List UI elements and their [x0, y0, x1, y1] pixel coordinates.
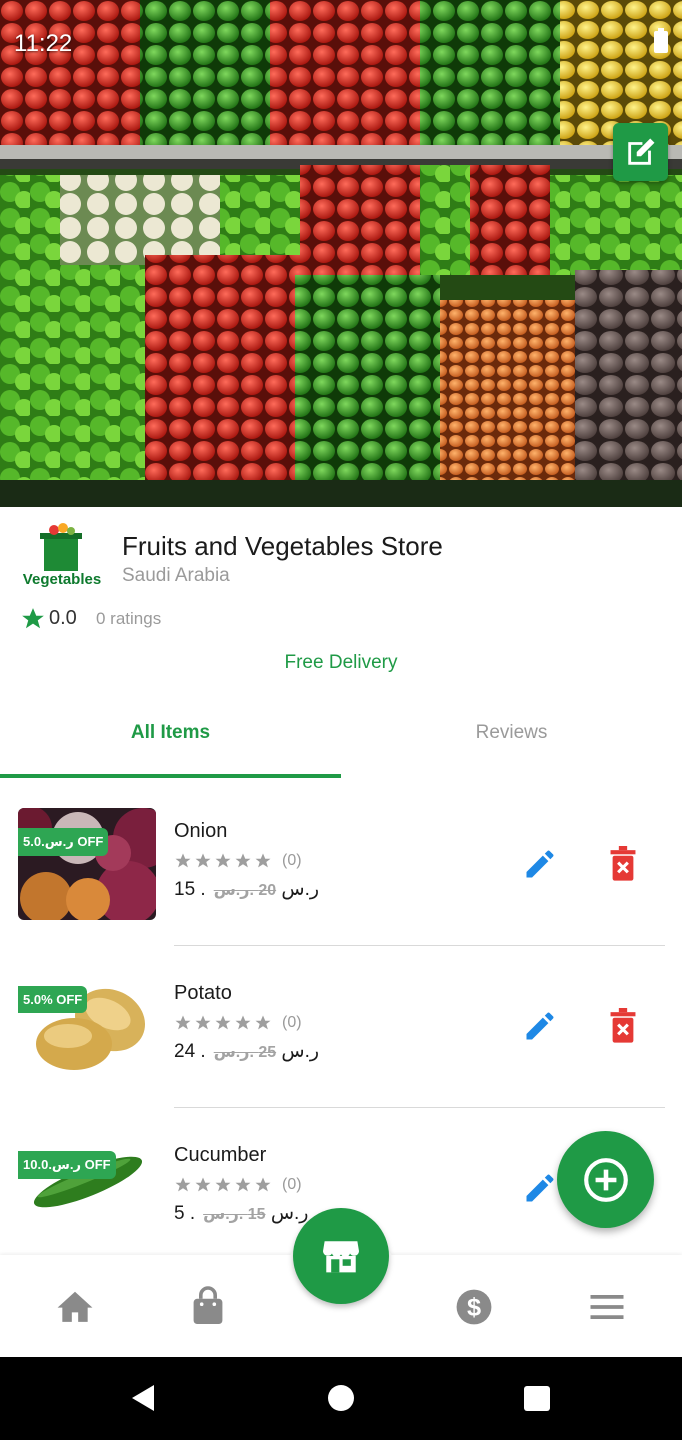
star-icon: [195, 1177, 211, 1192]
edit-note-icon: [627, 138, 654, 165]
svg-text:$: $: [467, 1294, 481, 1322]
store-rating-value: 0.0: [49, 607, 77, 629]
star-icon: [215, 1177, 231, 1192]
tab-all-items[interactable]: All Items: [0, 722, 341, 744]
store-logo-text: Vegetables: [22, 571, 102, 588]
home-icon[interactable]: [56, 1288, 94, 1324]
home-circle-icon[interactable]: [328, 1385, 354, 1411]
item-rating-stars: (0): [174, 852, 302, 870]
star-icon: [235, 853, 251, 868]
item-old-price: 25 .ر.س: [213, 1044, 277, 1061]
delete-icon[interactable]: [609, 846, 637, 882]
star-icon: [255, 1177, 271, 1192]
list-item[interactable]: ر.س.5.0 OFF Onion (0) 15 .ر.س 20 .ر.س: [0, 808, 682, 968]
star-icon: [195, 853, 211, 868]
shopping-bag-icon[interactable]: [190, 1286, 226, 1326]
item-divider: [174, 945, 665, 946]
star-icon: [215, 1015, 231, 1030]
edit-icon[interactable]: [522, 846, 558, 882]
star-icon: [22, 608, 44, 629]
edit-icon[interactable]: [522, 1170, 558, 1206]
free-delivery-label: Free Delivery: [284, 652, 398, 673]
item-name: Onion: [174, 820, 228, 842]
store-name: Fruits and Vegetables Store: [122, 531, 443, 561]
discount-badge: 5.0% OFF: [18, 986, 88, 1013]
star-icon: [175, 853, 191, 868]
recents-icon[interactable]: [524, 1386, 550, 1411]
star-icon: [255, 1015, 271, 1030]
delete-icon[interactable]: [609, 1008, 637, 1044]
star-icon: [175, 1015, 191, 1030]
item-image-onion: [18, 808, 156, 920]
add-circle-icon: [583, 1157, 628, 1202]
store-button[interactable]: [293, 1208, 389, 1304]
star-icon: [195, 1015, 211, 1030]
item-review-count: (0): [282, 1176, 302, 1193]
item-image-cucumber: [18, 1132, 156, 1244]
store-screen: 11:22 Vegetables Fruits and Vegetables S…: [0, 0, 682, 1440]
battery-icon: [654, 28, 668, 53]
item-name: Cucumber: [174, 1144, 267, 1166]
store-logo: Vegetables: [16, 523, 108, 595]
star-icon: [215, 853, 231, 868]
add-item-button[interactable]: [557, 1131, 654, 1228]
store-rating-count: 0 ratings: [96, 609, 162, 628]
edit-banner-button[interactable]: [613, 123, 668, 181]
item-price-line: 15 .ر.س 20 .ر.س: [174, 878, 319, 901]
store-country: Saudi Arabia: [122, 565, 230, 586]
star-icon: [175, 1177, 191, 1192]
item-name: Potato: [174, 982, 232, 1004]
item-divider: [174, 1107, 665, 1108]
item-rating-stars: (0): [174, 1014, 302, 1032]
edit-icon[interactable]: [522, 1008, 558, 1044]
dollar-icon[interactable]: $: [455, 1288, 493, 1326]
tab-reviews[interactable]: Reviews: [341, 722, 682, 744]
item-old-price: 20 .ر.س: [213, 882, 277, 899]
discount-badge: ر.س.5.0 OFF: [18, 828, 109, 856]
star-icon: [255, 853, 271, 868]
discount-badge: ر.س.10.0 OFF: [18, 1151, 116, 1179]
item-old-price: 15 .ر.س: [203, 1206, 266, 1223]
tab-indicator: [0, 774, 341, 778]
item-review-count: (0): [282, 1014, 302, 1031]
store-icon: [323, 1241, 359, 1273]
back-icon[interactable]: [130, 1384, 156, 1412]
item-review-count: (0): [282, 852, 302, 869]
item-price-line: 24 .ر.س 25 .ر.س: [174, 1040, 319, 1063]
star-icon: [235, 1015, 251, 1030]
item-price-line: 5 .ر.س 15 .ر.س: [174, 1202, 308, 1225]
status-time: 11:22: [14, 30, 73, 57]
star-icon: [235, 1177, 251, 1192]
list-item[interactable]: 5.0% OFF Potato (0) 24 .ر.س 25 .ر.س: [0, 970, 682, 1130]
store-banner-image: 11:22: [0, 0, 682, 507]
item-rating-stars: (0): [174, 1176, 302, 1194]
menu-icon[interactable]: [589, 1293, 625, 1321]
